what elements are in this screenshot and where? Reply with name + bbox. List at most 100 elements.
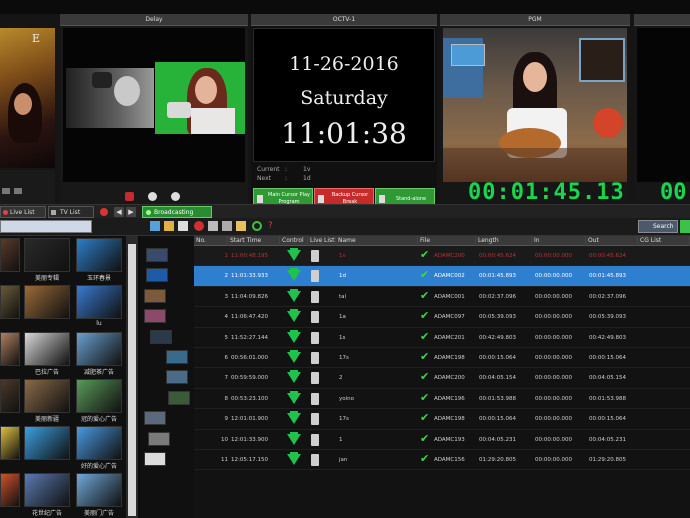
live-icon[interactable] bbox=[311, 250, 319, 262]
table-row[interactable]: 2 11:01:33.933 1d ✔ ADAMC002 00:01:45.893 00:0… bbox=[194, 266, 690, 287]
library-thumbnail[interactable] bbox=[0, 238, 20, 272]
list-selector[interactable] bbox=[0, 220, 92, 233]
record-button[interactable] bbox=[125, 192, 134, 201]
live-icon[interactable] bbox=[311, 270, 319, 283]
record-icon[interactable] bbox=[100, 208, 108, 216]
toolbar-icon[interactable] bbox=[680, 220, 690, 233]
tab-broadcasting[interactable]: Broadcasting bbox=[142, 206, 212, 218]
table-row[interactable]: 8 00:53:23.100 yoino ✔ ADAMC196 00:01:53.988 0… bbox=[194, 389, 690, 410]
live-icon[interactable] bbox=[311, 433, 319, 446]
library-thumbnail[interactable] bbox=[24, 285, 70, 319]
row-thumbnail bbox=[146, 268, 168, 283]
cell-length: 00:42:49.803 bbox=[479, 334, 516, 341]
stop-icon[interactable] bbox=[194, 221, 204, 231]
toolbar-icon[interactable] bbox=[222, 221, 232, 231]
play-button[interactable] bbox=[171, 192, 180, 201]
cell-length: 00:05:39.093 bbox=[479, 314, 516, 321]
column-header[interactable]: Out bbox=[586, 236, 638, 246]
table-row[interactable]: 11 12:05:17.150 jan ✔ ADAMC156 01:29:20.805 00… bbox=[194, 450, 690, 471]
refresh-icon[interactable] bbox=[252, 221, 262, 231]
library-thumbnail[interactable] bbox=[24, 473, 70, 507]
weekday-text: Saturday bbox=[300, 87, 388, 109]
live-icon[interactable] bbox=[311, 372, 319, 385]
library-thumbnail[interactable] bbox=[76, 332, 122, 366]
time-text: 11:01:38 bbox=[281, 117, 407, 150]
column-header[interactable]: File bbox=[418, 236, 476, 246]
right-monitor: 00 bbox=[634, 14, 690, 205]
column-header[interactable]: Live bbox=[308, 236, 322, 246]
library-thumbnail[interactable] bbox=[0, 379, 20, 413]
table-row[interactable]: 3 11:04:09.826 tal ✔ ADAMC001 00:02:37.096 00:… bbox=[194, 287, 690, 308]
library-thumbnail[interactable] bbox=[0, 285, 20, 319]
toolbar-icon[interactable] bbox=[208, 221, 218, 231]
cell-start: 11:52:27.144 bbox=[231, 334, 268, 341]
library-caption: 美丽新疆 bbox=[34, 416, 59, 423]
library-thumbnail[interactable] bbox=[76, 426, 122, 460]
cell-file: ADAMC201 bbox=[434, 334, 465, 341]
control-icon[interactable] bbox=[2, 188, 10, 194]
table-row[interactable]: 9 12:01:01.900 17s ✔ ADAMC198 00:00:15.064 00:… bbox=[194, 409, 690, 430]
table-row[interactable]: 7 00:59:59.000 2 ✔ ADAMC200 00:04:05.154 00:00… bbox=[194, 368, 690, 389]
toolbar-icon[interactable] bbox=[164, 221, 174, 231]
cell-length: 01:29:20.805 bbox=[479, 457, 516, 463]
library-thumbnail[interactable] bbox=[0, 426, 20, 460]
cell-out: 00:02:37.096 bbox=[589, 293, 626, 300]
table-row[interactable]: 5 11:52:27.144 1s ✔ ADAMC201 00:42:49.803 00:0… bbox=[194, 328, 690, 348]
cell-file: ADAMC200 bbox=[434, 253, 465, 259]
library-caption: 减肥茶广告 bbox=[83, 369, 114, 376]
column-header[interactable]: Start Time bbox=[228, 236, 280, 246]
column-header[interactable]: In bbox=[532, 236, 586, 246]
tab-live-list[interactable]: Live List bbox=[0, 206, 46, 218]
cell-in: 00:00:00.000 bbox=[535, 334, 572, 341]
library-thumbnail[interactable] bbox=[76, 473, 122, 507]
library-thumbnail[interactable] bbox=[24, 238, 70, 272]
table-row[interactable]: 6 00:56:01.000 17s ✔ ADAMC198 00:00:15.064 00:… bbox=[194, 348, 690, 369]
live-icon[interactable] bbox=[311, 454, 319, 466]
table-row[interactable]: 4 11:06:47.420 1a ✔ ADAMC097 00:05:39.093 00:0… bbox=[194, 307, 690, 328]
next-value: 1d bbox=[303, 175, 311, 182]
pause-button[interactable] bbox=[148, 192, 157, 201]
row-thumbnail bbox=[144, 452, 166, 466]
cell-start: 11:00:48.195 bbox=[231, 253, 268, 259]
search-button[interactable]: Search bbox=[638, 220, 678, 233]
live-icon[interactable] bbox=[311, 392, 319, 405]
library-thumbnail[interactable] bbox=[0, 332, 20, 366]
library-scrollbar[interactable] bbox=[126, 236, 138, 518]
column-header[interactable]: Name bbox=[336, 236, 418, 246]
library-thumbnail[interactable] bbox=[0, 473, 20, 507]
column-header[interactable]: Control bbox=[280, 236, 308, 246]
cell-start: 00:59:59.000 bbox=[231, 375, 268, 382]
cell-out: 00:00:15.064 bbox=[589, 416, 626, 423]
library-thumbnail[interactable] bbox=[76, 379, 122, 413]
delay-title: Delay bbox=[60, 14, 248, 26]
cell-start: 12:05:17.150 bbox=[231, 457, 268, 463]
table-row[interactable]: 10 12:01:33.900 1 ✔ ADAMC193 00:04:05.231 00:0… bbox=[194, 430, 690, 450]
library-thumbnail[interactable] bbox=[24, 379, 70, 413]
control-icon[interactable] bbox=[14, 188, 22, 194]
library-thumbnail[interactable] bbox=[76, 285, 122, 319]
row-thumbnail bbox=[150, 329, 172, 344]
toolbar-icon[interactable]: ? bbox=[268, 221, 278, 231]
live-icon[interactable] bbox=[311, 352, 319, 364]
prev-icon[interactable]: ◀ bbox=[114, 207, 124, 217]
tab-tv-list[interactable]: TV List bbox=[48, 206, 94, 218]
column-header[interactable]: CG List bbox=[638, 236, 690, 246]
library-thumbnail[interactable] bbox=[24, 332, 70, 366]
column-header[interactable]: No. bbox=[194, 236, 228, 246]
next-icon[interactable]: ▶ bbox=[126, 207, 136, 217]
cell-length: 00:01:53.988 bbox=[479, 395, 516, 402]
column-header[interactable]: Length bbox=[476, 236, 532, 246]
table-row[interactable]: 1 11:00:48.195 1v ✔ ADAMC200 00:00:45.624 00:0… bbox=[194, 246, 690, 267]
cell-length: 00:04:05.154 bbox=[479, 375, 516, 382]
toolbar-icon[interactable] bbox=[178, 221, 188, 231]
library-thumbnail[interactable] bbox=[76, 238, 122, 272]
toolbar-icon[interactable] bbox=[236, 221, 246, 231]
live-icon[interactable] bbox=[311, 413, 319, 426]
live-icon[interactable] bbox=[311, 331, 319, 344]
live-icon[interactable] bbox=[311, 290, 319, 303]
column-header[interactable]: List bbox=[322, 236, 336, 246]
library-thumbnail[interactable] bbox=[24, 426, 70, 460]
right-timecode: 00 bbox=[660, 180, 687, 205]
live-icon[interactable] bbox=[311, 311, 319, 324]
toolbar-icon[interactable] bbox=[150, 221, 160, 231]
